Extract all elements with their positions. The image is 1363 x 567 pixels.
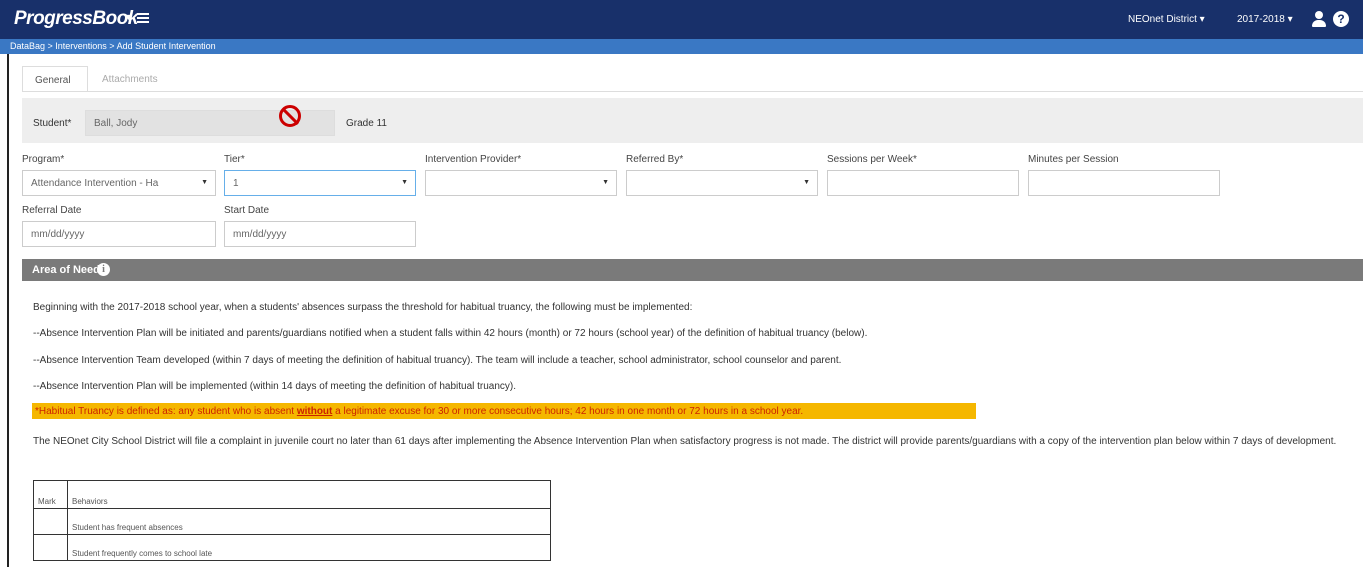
referral-date-input[interactable]: mm/dd/yyyy [22,221,216,247]
area-of-need-title: Area of Need [32,264,100,276]
app-menu-caret-icon[interactable]: ▼ [124,12,133,22]
behaviors-table: Mark Behaviors Student has frequent abse… [33,480,551,561]
sessions-per-week-input[interactable] [827,170,1019,196]
table-row: Student frequently comes to school late [33,534,551,561]
chevron-down-icon: ▼ [401,179,408,186]
breadcrumb[interactable]: DataBag > Interventions > Add Student In… [10,41,216,51]
provider-label: Intervention Provider* [425,154,522,165]
mark-cell[interactable] [33,508,68,535]
program-label: Program* [22,154,65,165]
tier-select[interactable]: 1 ▼ [224,170,416,196]
referred-by-select[interactable]: ▼ [626,170,818,196]
student-label: Student* [33,118,72,129]
table-header-row: Mark Behaviors [33,480,551,509]
chevron-down-icon: ▼ [602,179,609,186]
chevron-down-icon: ▼ [803,179,810,186]
point-1-text: --Absence Intervention Plan will be init… [33,328,868,339]
left-divider [7,54,9,567]
help-icon[interactable]: ? [1333,11,1349,27]
mark-cell[interactable] [33,534,68,561]
point-3-text: --Absence Intervention Plan will be impl… [33,381,517,392]
behavior-cell: Student frequently comes to school late [67,534,551,561]
program-value: Attendance Intervention - Ha [31,178,159,189]
referred-by-label: Referred By* [626,154,684,165]
closing-text: The NEOnet City School District will fil… [33,436,1337,447]
behaviors-header: Behaviors [67,480,551,509]
mark-header: Mark [33,480,68,509]
year-menu[interactable]: 2017-2018 ▾ [1237,14,1293,25]
app-logo[interactable]: ProgressBook [14,8,138,30]
behavior-cell: Student has frequent absences [67,508,551,535]
info-icon[interactable]: i [97,263,110,276]
tier-label: Tier* [224,154,245,165]
area-of-need-header: Area of Need i [22,259,1363,281]
table-row: Student has frequent absences [33,508,551,535]
tab-general[interactable]: General [22,66,88,92]
chevron-down-icon: ▼ [201,179,208,186]
hamburger-icon[interactable] [137,13,149,23]
top-navbar: ProgressBook ▼ NEOnet District ▾ 2017-20… [0,0,1363,39]
truancy-definition: *Habitual Truancy is defined as: any stu… [35,406,804,417]
tier-value: 1 [233,178,239,189]
start-date-input[interactable]: mm/dd/yyyy [224,221,416,247]
program-select[interactable]: Attendance Intervention - Ha ▼ [22,170,216,196]
tab-attachments[interactable]: Attachments [90,66,186,92]
breadcrumb-bar: DataBag > Interventions > Add Student In… [0,39,1363,54]
student-grade: Grade 11 [346,118,387,129]
sessions-per-week-label: Sessions per Week* [827,154,917,165]
district-menu[interactable]: NEOnet District ▾ [1128,14,1205,25]
no-entry-icon [279,105,301,127]
tab-divider [22,91,1363,92]
user-icon[interactable] [1312,11,1326,27]
referral-date-label: Referral Date [22,205,82,216]
minutes-per-session-label: Minutes per Session [1028,154,1119,165]
point-2-text: --Absence Intervention Team developed (w… [33,355,842,366]
provider-select[interactable]: ▼ [425,170,617,196]
intro-text: Beginning with the 2017-2018 school year… [33,302,693,313]
minutes-per-session-input[interactable] [1028,170,1220,196]
start-date-label: Start Date [224,205,270,216]
